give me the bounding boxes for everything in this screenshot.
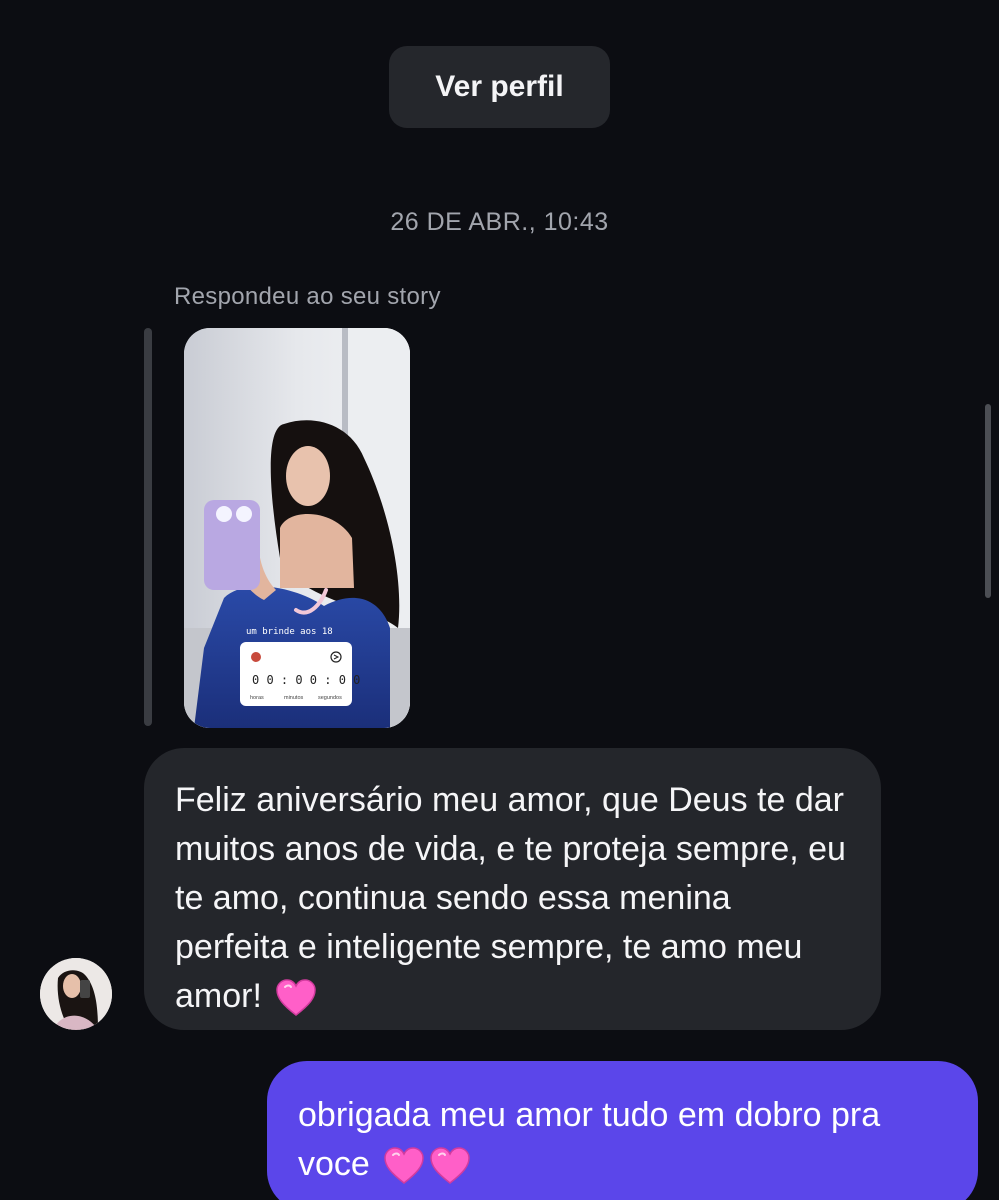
message-timestamp: 26 DE ABR., 10:43 [390,208,609,236]
countdown-unit-hours: horas [250,695,264,701]
story-reply-label: Respondeu ao seu story [174,283,441,310]
story-thumbnail[interactable]: um brinde aos 18 0 0 : 0 0 : 0 0 horas m… [184,328,410,728]
avatar-photo [40,958,112,1030]
sticker-emoji-icon [251,652,261,662]
dm-thread: Ver perfil 26 DE ABR., 10:43 Respondeu a… [0,0,999,1200]
countdown-unit-seconds: segundos [318,695,342,701]
countdown-digits: 0 0 : 0 0 : 0 0 [252,673,360,687]
reply-quote-bar [144,328,152,726]
story-photo: um brinde aos 18 0 0 : 0 0 : 0 0 horas m… [184,328,410,728]
scrollbar[interactable] [985,404,991,598]
pink-heart-icon [384,1147,425,1184]
view-profile-button[interactable]: Ver perfil [389,46,610,128]
pink-heart-icon [276,979,317,1016]
story-caption: um brinde aos 18 [246,627,333,637]
pink-heart-icon [430,1147,471,1184]
countdown-unit-minutes: minutos [284,695,304,701]
avatar[interactable] [40,958,112,1030]
outgoing-message-bubble[interactable]: obrigada meu amor tudo em dobro pra voce [267,1061,978,1200]
incoming-message-bubble[interactable]: Feliz aniversário meu amor, que Deus te … [144,748,881,1030]
